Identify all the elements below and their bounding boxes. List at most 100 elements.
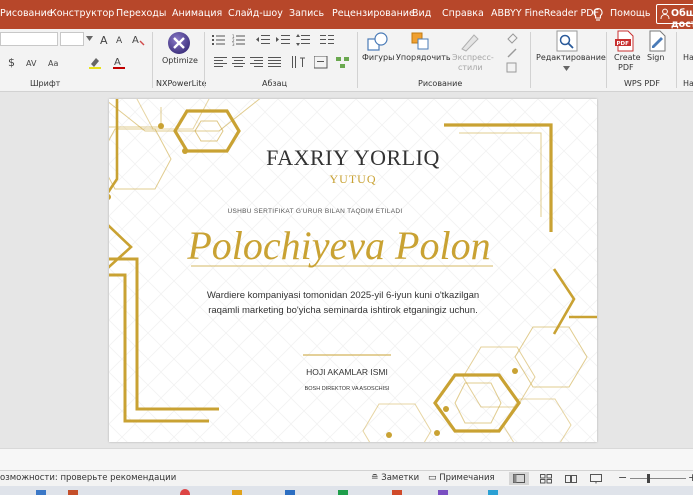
signer-title: BOSH DIREKTOR VA ASOSCHISI bbox=[305, 386, 390, 392]
svg-text:A: A bbox=[100, 34, 108, 45]
tab-abbyy[interactable]: ABBYY FineReader PDF bbox=[491, 8, 599, 19]
status-bar: озможности: проверьте рекомендации ≘ Зам… bbox=[0, 470, 693, 487]
text-direction-icon[interactable] bbox=[292, 56, 306, 69]
columns-icon[interactable] bbox=[320, 34, 334, 46]
char-spacing-icon[interactable]: AV bbox=[26, 57, 42, 69]
comments-label: Примечания bbox=[439, 473, 495, 483]
arrange-icon[interactable] bbox=[410, 31, 432, 53]
svg-text:Aa: Aa bbox=[48, 59, 58, 68]
tab-view[interactable]: Вид bbox=[412, 8, 431, 19]
change-case-icon[interactable]: Aa bbox=[48, 57, 62, 69]
bullets-icon[interactable] bbox=[212, 34, 226, 46]
slide-sorter-icon[interactable] bbox=[540, 474, 552, 484]
align-right-icon[interactable] bbox=[250, 57, 264, 68]
taskbar-app-icon-9[interactable] bbox=[488, 490, 498, 495]
create-pdf-button[interactable]: Create bbox=[614, 53, 641, 62]
sign-icon[interactable] bbox=[646, 30, 668, 52]
share-label: Общий доступ bbox=[671, 8, 693, 30]
justify-icon[interactable] bbox=[268, 57, 282, 68]
align-text-icon[interactable] bbox=[314, 56, 328, 69]
increase-font-icon[interactable]: A bbox=[100, 33, 112, 45]
arrange-button[interactable]: Упорядочить bbox=[396, 53, 451, 62]
shape-fill-icon[interactable] bbox=[506, 32, 518, 44]
next-group-button[interactable]: На bbox=[683, 53, 693, 62]
numbering-icon[interactable]: 123 bbox=[232, 34, 246, 46]
find-search-icon[interactable] bbox=[555, 30, 579, 52]
font-size-dropdown-icon[interactable] bbox=[86, 36, 93, 41]
decrease-font-icon[interactable]: A bbox=[116, 34, 126, 44]
editing-dropdown-icon[interactable] bbox=[563, 66, 570, 71]
normal-view-icon bbox=[513, 474, 525, 483]
svg-text:A: A bbox=[116, 36, 123, 44]
zoom-out-button[interactable]: − bbox=[618, 471, 627, 484]
description-line-1: Wardiere kompaniyasi tomonidan 2025-yil … bbox=[207, 290, 479, 301]
group-drawing-label: Рисование bbox=[418, 79, 463, 88]
tab-help[interactable]: Справка bbox=[442, 8, 484, 19]
tell-me-search[interactable]: Помощь bbox=[610, 8, 650, 19]
align-left-icon[interactable] bbox=[214, 57, 228, 68]
smartart-icon[interactable] bbox=[336, 56, 350, 69]
certificate-slide: FAXRIY YORLIQ YUTUQ USHBU SERTIFIKAT G'U… bbox=[109, 99, 597, 442]
share-button[interactable]: Общий доступ bbox=[656, 4, 693, 30]
zoom-slider[interactable] bbox=[630, 478, 686, 479]
slideshow-icon[interactable] bbox=[590, 474, 602, 484]
presented-line: USHBU SERTIFIKAT G'URUR BILAN TAQDIM ETI… bbox=[228, 208, 403, 215]
shapes-button[interactable]: Фигуры bbox=[362, 53, 394, 62]
tab-transitions[interactable]: Переходы bbox=[116, 8, 166, 19]
comments-button[interactable]: ▭ Примечания bbox=[428, 473, 495, 483]
shapes-icon[interactable] bbox=[366, 31, 390, 53]
reading-view-icon[interactable] bbox=[565, 474, 577, 484]
line-spacing-icon[interactable] bbox=[296, 34, 310, 46]
editing-button[interactable]: Редактирование bbox=[536, 53, 606, 62]
tab-slideshow[interactable]: Слайд-шоу bbox=[228, 8, 283, 19]
create-pdf-icon[interactable]: PDF bbox=[614, 30, 636, 52]
tab-design[interactable]: Конструктор bbox=[50, 8, 114, 19]
highlight-icon[interactable] bbox=[88, 55, 102, 69]
align-center-icon[interactable] bbox=[232, 57, 246, 68]
zoom-slider-thumb[interactable] bbox=[647, 474, 650, 483]
taskbar-app-icon-4[interactable] bbox=[232, 490, 242, 495]
font-size-field[interactable] bbox=[60, 32, 84, 46]
sign-button[interactable]: Sign bbox=[647, 53, 664, 62]
taskbar-app-icon-2[interactable] bbox=[68, 490, 78, 495]
optimize-button[interactable]: Optimize bbox=[162, 56, 198, 65]
taskbar-app-icon-8[interactable] bbox=[438, 490, 448, 495]
notes-pane[interactable] bbox=[0, 448, 693, 471]
shape-outline-icon[interactable] bbox=[506, 47, 518, 59]
notes-label: Заметки bbox=[381, 473, 420, 483]
tab-draw[interactable]: Рисование bbox=[0, 8, 53, 19]
slide-editing-area[interactable]: FAXRIY YORLIQ YUTUQ USHBU SERTIFIKAT G'U… bbox=[0, 92, 693, 448]
taskbar-app-icon-6[interactable] bbox=[338, 490, 348, 495]
quick-styles-icon[interactable] bbox=[458, 31, 482, 53]
taskbar-app-icon-5[interactable] bbox=[285, 490, 295, 495]
notes-button[interactable]: ≘ Заметки bbox=[371, 473, 419, 483]
decrease-indent-icon[interactable] bbox=[256, 34, 270, 46]
tab-record[interactable]: Запись bbox=[289, 8, 324, 19]
shape-effects-icon[interactable] bbox=[506, 62, 518, 74]
description-line-2: raqamli marketing bo'yicha seminarda ish… bbox=[208, 305, 478, 316]
taskbar-app-icon-3[interactable] bbox=[180, 489, 190, 495]
clear-formatting-icon[interactable]: A bbox=[132, 32, 146, 46]
taskbar-app-icon-7[interactable] bbox=[392, 490, 402, 495]
font-name-field[interactable] bbox=[0, 32, 58, 46]
taskbar-app-icon-1[interactable] bbox=[36, 490, 46, 495]
optimize-icon[interactable] bbox=[166, 30, 192, 56]
quick-styles-button[interactable]: Экспресс- bbox=[452, 53, 494, 62]
font-color-icon[interactable]: A bbox=[112, 55, 126, 69]
comments-icon: ▭ bbox=[428, 473, 437, 483]
svg-text:PDF: PDF bbox=[617, 41, 630, 47]
share-person-icon bbox=[660, 8, 670, 20]
increase-indent-icon[interactable] bbox=[276, 34, 290, 46]
certificate-subtitle: YUTUQ bbox=[330, 172, 377, 186]
slide-canvas[interactable]: FAXRIY YORLIQ YUTUQ USHBU SERTIFIKAT G'U… bbox=[109, 99, 597, 442]
currency-symbol[interactable]: $ bbox=[8, 56, 15, 69]
zoom-in-button[interactable]: + bbox=[688, 471, 693, 484]
svg-text:A: A bbox=[132, 35, 139, 46]
tab-review[interactable]: Рецензирование bbox=[332, 8, 415, 19]
accessibility-status[interactable]: озможности: проверьте рекомендации bbox=[0, 473, 176, 483]
group-wps-pdf-label: WPS PDF bbox=[624, 79, 660, 88]
tab-animations[interactable]: Анимация bbox=[172, 8, 222, 19]
normal-view-button[interactable] bbox=[509, 472, 529, 485]
ribbon: A A A $ AV Aa A Шрифт Optimize NXPowerLi… bbox=[0, 29, 693, 92]
svg-text:AV: AV bbox=[26, 59, 37, 68]
